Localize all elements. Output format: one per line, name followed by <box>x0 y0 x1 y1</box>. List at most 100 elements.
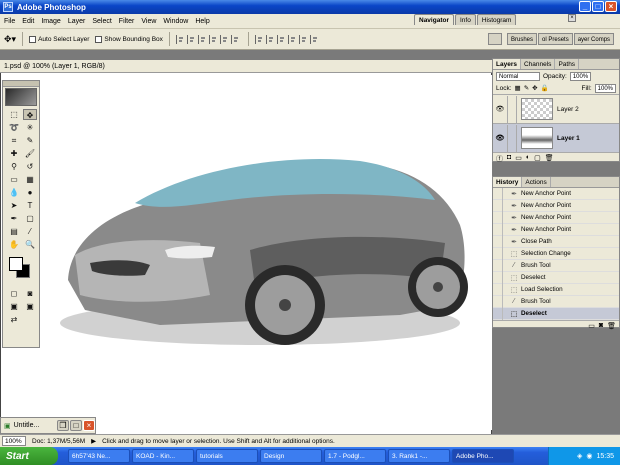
tab-channels[interactable]: Channels <box>521 59 556 69</box>
move-tool-preset-icon[interactable]: ✥▾ <box>4 34 16 45</box>
healing-brush-icon[interactable]: ✚ <box>7 148 21 159</box>
layer-row-layer-2[interactable]: 👁 Layer 2 <box>493 94 619 123</box>
align-bottom-icon[interactable] <box>197 34 206 44</box>
distribute-vcenter-icon[interactable] <box>265 34 274 44</box>
foreground-color-swatch[interactable] <box>9 257 23 271</box>
minimize-button[interactable]: _ <box>579 1 591 12</box>
history-item[interactable]: ✒ New Anchor Point <box>493 199 619 212</box>
eye-icon[interactable]: 👁 <box>493 105 507 113</box>
align-right-icon[interactable] <box>230 34 239 44</box>
taskbar-button[interactable]: Design <box>260 449 322 463</box>
history-item[interactable]: ✒ New Anchor Point <box>493 211 619 224</box>
pen-tool-icon[interactable]: ✒ <box>7 213 21 224</box>
status-arrow-icon[interactable]: ▶ <box>91 437 96 445</box>
menu-image[interactable]: Image <box>41 18 60 25</box>
notes-tool-icon[interactable]: ▤ <box>7 226 21 237</box>
distribute-bottom-icon[interactable] <box>276 34 285 44</box>
layer-row-layer-1[interactable]: 👁 Layer 1 <box>493 123 619 152</box>
lock-move-icon[interactable]: ✥ <box>532 84 537 92</box>
new-snapshot-icon[interactable]: ◙ <box>599 322 603 330</box>
well-tab-brushes[interactable]: Brushes <box>507 33 538 45</box>
close-button[interactable]: × <box>605 1 617 12</box>
align-vcenter-icon[interactable] <box>186 34 195 44</box>
screen-mode-standard-icon[interactable]: ▣ <box>7 301 21 312</box>
history-item[interactable]: ⁄ Brush Tool <box>493 259 619 272</box>
blur-tool-icon[interactable]: 💧 <box>7 187 21 198</box>
eyedropper-tool-icon[interactable]: ⁄ <box>23 226 37 237</box>
taskbar-button[interactable]: KOAD - Kin... <box>132 449 194 463</box>
align-top-icon[interactable] <box>175 34 184 44</box>
adjustment-layer-icon[interactable]: ◐ <box>526 154 530 162</box>
dodge-tool-icon[interactable]: ● <box>23 187 37 198</box>
distribute-top-icon[interactable] <box>254 34 263 44</box>
show-bounding-box-option[interactable]: Show Bounding Box <box>95 35 163 43</box>
lock-transparency-icon[interactable]: ▦ <box>515 84 521 92</box>
link-slot[interactable] <box>507 95 517 123</box>
clone-stamp-icon[interactable]: ⚲ <box>7 161 21 172</box>
auto-select-checkbox[interactable] <box>29 35 37 43</box>
menu-layer[interactable]: Layer <box>68 18 86 25</box>
taskbar-button[interactable]: tutorials <box>196 449 258 463</box>
fill-field[interactable]: 100% <box>594 83 616 93</box>
bounding-box-checkbox[interactable] <box>95 35 103 43</box>
menu-file[interactable]: File <box>4 18 15 25</box>
navigator-close-icon[interactable]: × <box>568 14 576 22</box>
shape-tool-icon[interactable]: ▢ <box>23 213 37 224</box>
maximize-doc-button[interactable]: □ <box>70 420 82 431</box>
lock-paint-icon[interactable]: ✎ <box>524 84 529 92</box>
eye-icon[interactable]: 👁 <box>493 134 507 142</box>
align-left-icon[interactable] <box>208 34 217 44</box>
history-item-current[interactable]: ⬚ Deselect <box>493 307 619 320</box>
distribute-hcenter-icon[interactable] <box>298 34 307 44</box>
taskbar-button[interactable]: 3. Rank1 -... <box>388 449 450 463</box>
eraser-tool-icon[interactable]: ▭ <box>7 174 21 185</box>
close-doc-button[interactable]: × <box>83 420 95 431</box>
path-select-tool-icon[interactable]: ➤ <box>7 200 21 211</box>
taskbar-button[interactable]: 6h57'43 Ne... <box>68 449 130 463</box>
auto-select-layer-option[interactable]: Auto Select Layer <box>29 35 89 43</box>
gradient-tool-icon[interactable]: ▦ <box>23 174 37 185</box>
photoshop-feather-logo[interactable] <box>5 88 37 106</box>
slice-tool-icon[interactable]: ✎ <box>23 135 37 146</box>
layer-style-icon[interactable]: ⓕ <box>496 154 503 163</box>
hand-tool-icon[interactable]: ✋ <box>7 239 21 250</box>
tab-paths[interactable]: Paths <box>555 59 580 69</box>
taskbar-button-active[interactable]: Adobe Pho... <box>452 449 514 463</box>
history-item[interactable]: ✒ New Anchor Point <box>493 223 619 236</box>
taskbar-button[interactable]: 1.7 - Podgl... <box>324 449 386 463</box>
toolbox-grip[interactable] <box>3 81 39 87</box>
well-tab-layer-comps[interactable]: ayer Comps <box>573 33 615 45</box>
align-hcenter-icon[interactable] <box>219 34 228 44</box>
menu-view[interactable]: View <box>141 18 156 25</box>
standard-mode-icon[interactable]: ◻ <box>7 288 21 299</box>
magic-wand-tool-icon[interactable]: ✳ <box>23 122 37 133</box>
menu-help[interactable]: Help <box>195 18 209 25</box>
tab-navigator[interactable]: Navigator <box>414 14 454 25</box>
tab-info[interactable]: Info <box>454 14 476 25</box>
menu-edit[interactable]: Edit <box>22 18 34 25</box>
screen-mode-full-icon[interactable]: ▣ <box>23 301 37 312</box>
well-tab-tool-presets[interactable]: ol Presets <box>538 33 573 45</box>
tab-history[interactable]: History <box>493 177 523 187</box>
menu-filter[interactable]: Filter <box>119 18 135 25</box>
brush-tool-icon[interactable]: 🖌 <box>23 148 37 159</box>
menu-select[interactable]: Select <box>92 18 111 25</box>
opacity-field[interactable]: 100% <box>569 71 592 81</box>
blend-mode-select[interactable]: Normal <box>496 71 540 81</box>
move-tool-icon[interactable]: ✥ <box>23 109 37 120</box>
restore-button[interactable]: ❐ <box>57 420 69 431</box>
history-item[interactable]: ⁄ Brush Tool <box>493 295 619 308</box>
document-title-bar[interactable]: 1.psd @ 100% (Layer 1, RGB/8) <box>0 60 492 73</box>
brush-slot-icon[interactable] <box>507 124 517 152</box>
crop-tool-icon[interactable]: ⌗ <box>7 135 21 146</box>
start-button[interactable]: Start <box>0 447 58 465</box>
jump-to-imageready-icon[interactable]: ⇄ <box>7 314 21 325</box>
zoom-field[interactable]: 100% <box>2 436 26 446</box>
minimized-document[interactable]: ▣ Untitle... ❐ □ × <box>0 417 96 434</box>
history-item[interactable]: ✒ Close Path <box>493 235 619 248</box>
file-browser-icon[interactable] <box>488 33 502 45</box>
document-canvas[interactable] <box>40 75 492 430</box>
maximize-button[interactable]: □ <box>592 1 604 12</box>
menu-window[interactable]: Window <box>163 18 188 25</box>
new-document-from-state-icon[interactable]: ▭ <box>588 322 595 330</box>
